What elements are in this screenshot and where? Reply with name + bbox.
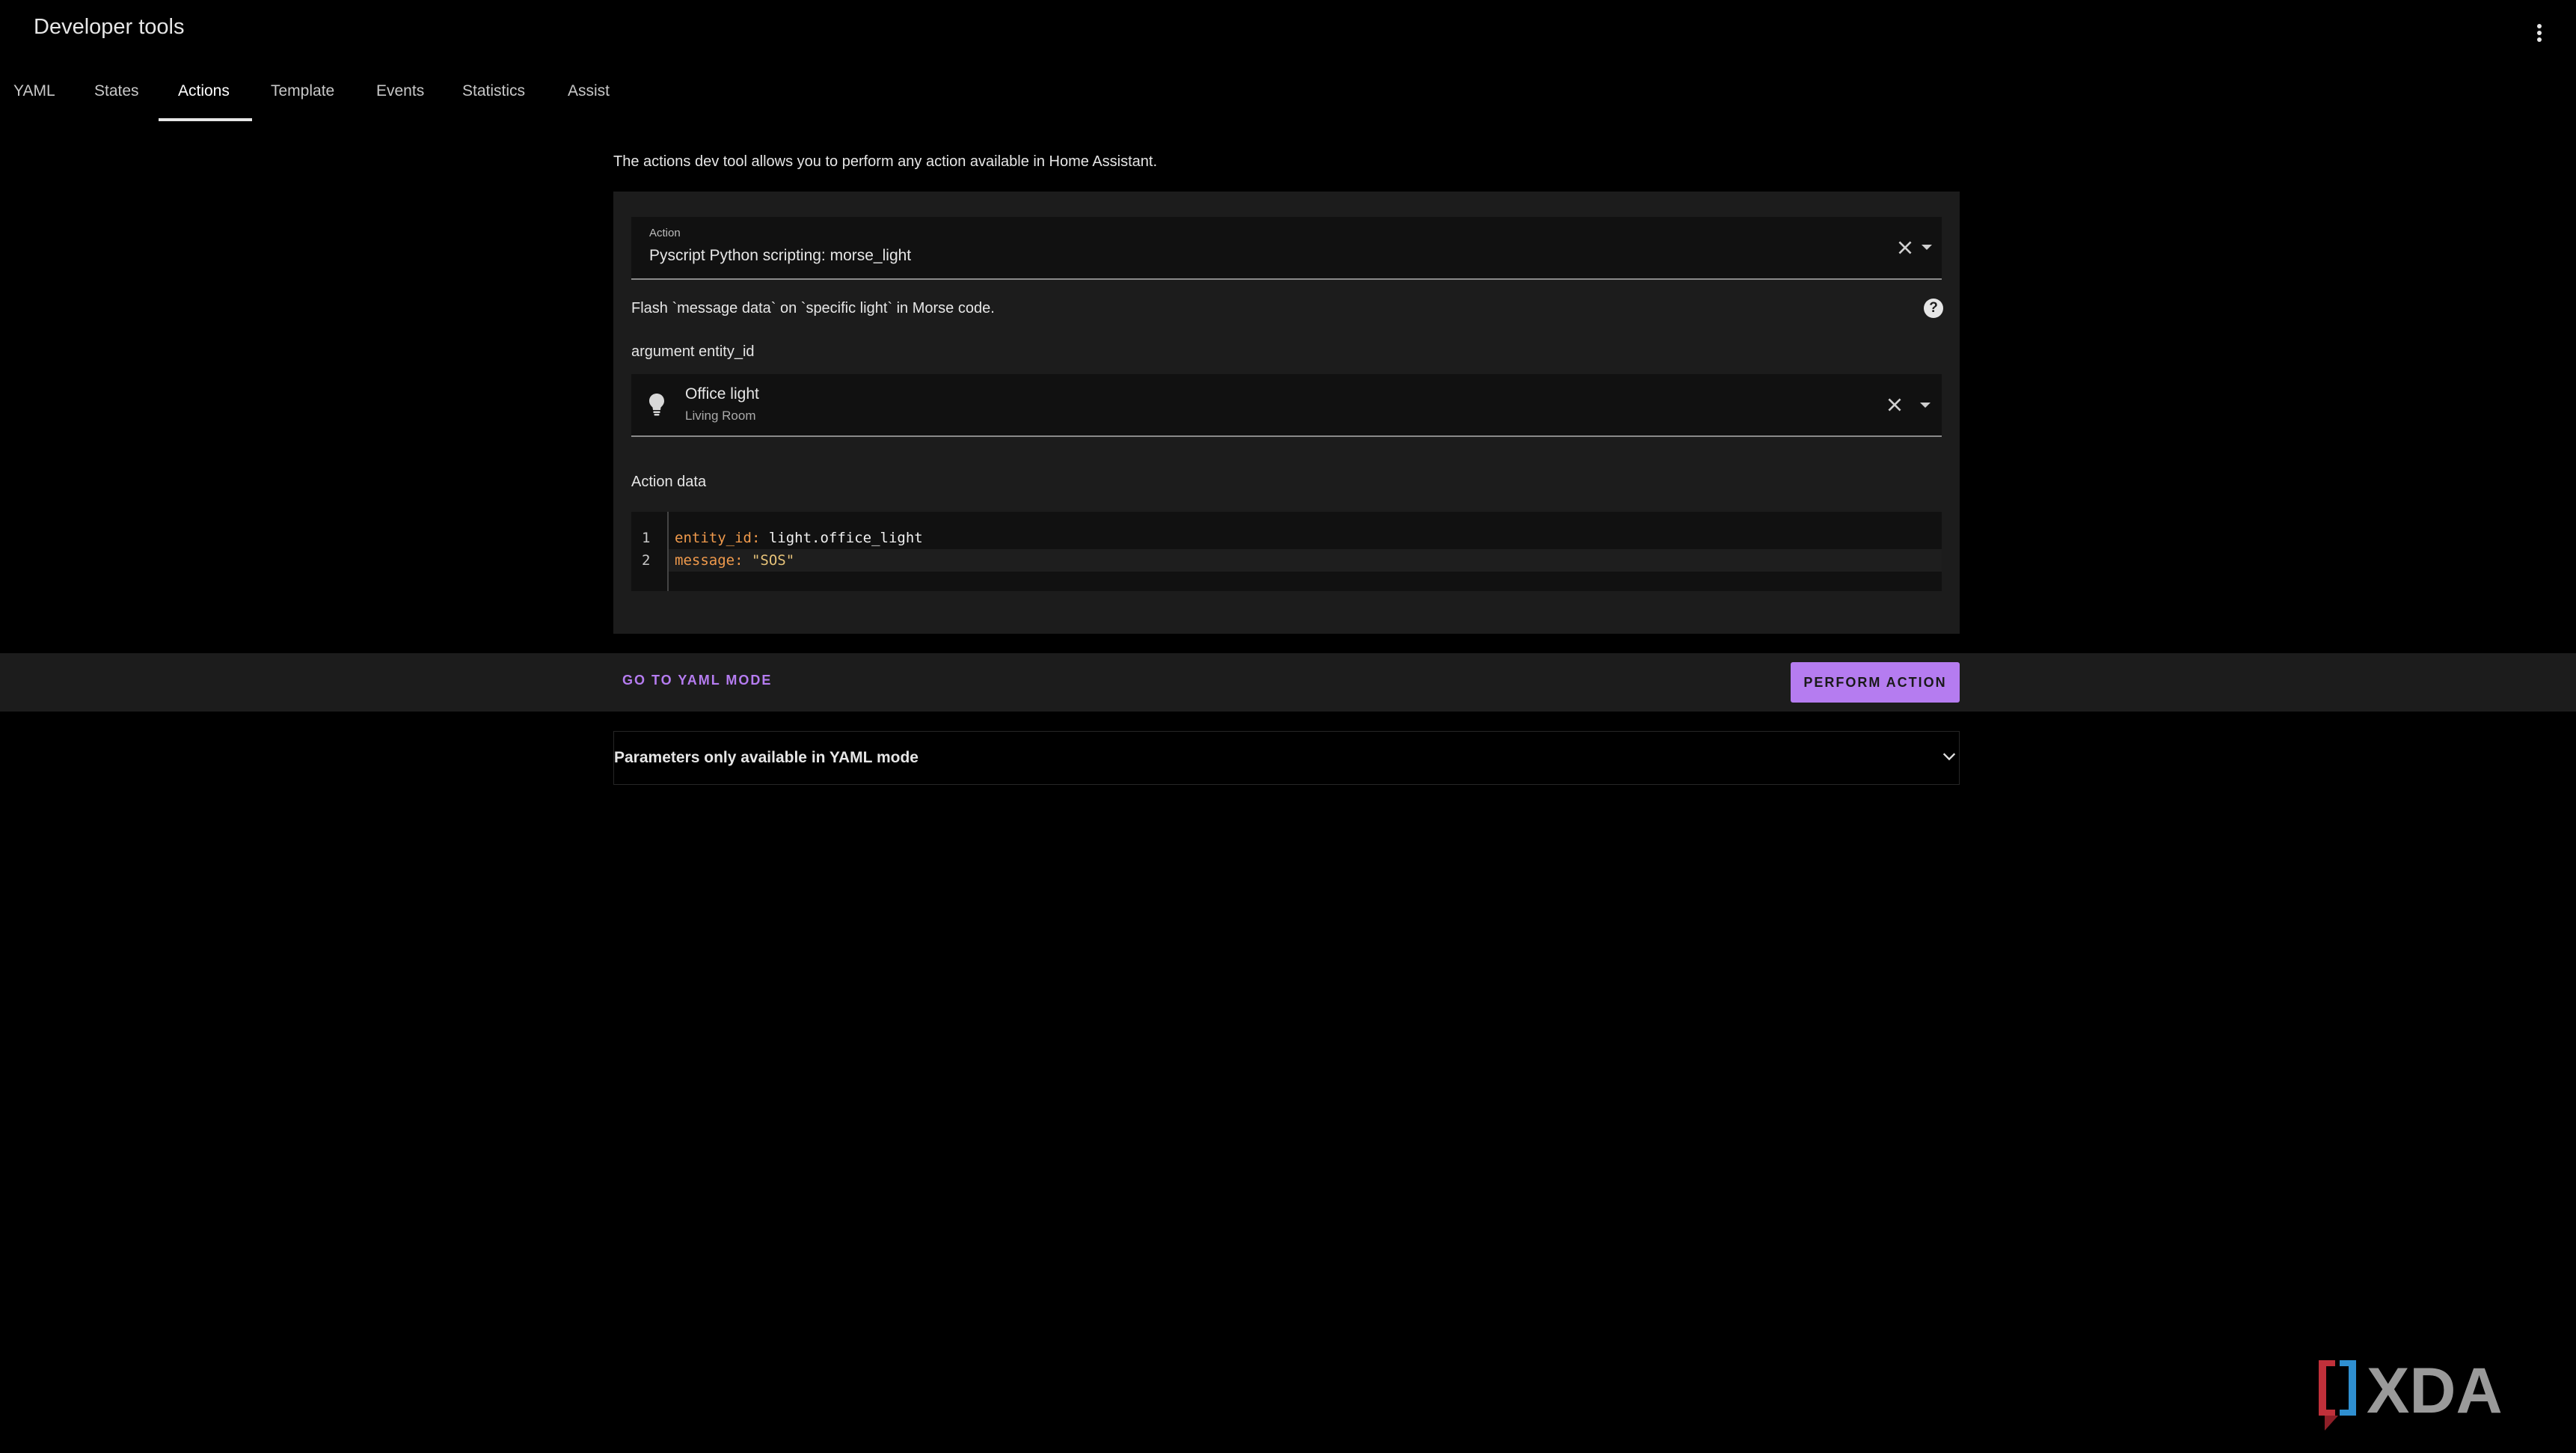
tab-events[interactable]: Events [376,61,424,121]
entity-name: Office light [685,385,759,403]
entity-area: Living Room [685,409,756,423]
entity-select[interactable]: Office light Living Room [631,374,1942,437]
tab-states[interactable]: States [94,61,139,121]
line-number-gutter: 1 2 [631,512,669,591]
tab-yaml[interactable]: YAML [13,61,55,121]
clear-action-icon[interactable] [1895,238,1915,257]
active-line-highlight [669,549,1942,572]
action-dropdown-icon[interactable] [1922,245,1932,250]
action-card: Action Pyscript Python scripting: morse_… [613,192,1960,634]
overflow-menu-icon[interactable] [2528,16,2551,46]
entity-dropdown-icon[interactable] [1920,403,1931,408]
page-title: Developer tools [34,15,185,39]
tab-statistics[interactable]: Statistics [462,61,525,121]
yaml-code-editor[interactable]: 1 2 entity_id: light.office_light messag… [631,512,1942,591]
tab-template[interactable]: Template [271,61,334,121]
yaml-string-value: "SOS" [751,552,795,569]
tab-assist[interactable]: Assist [568,61,610,121]
action-field-value: Pyscript Python scripting: morse_light [649,247,912,264]
tab-bar: YAML States Actions Template Events Stat… [0,61,2576,121]
action-bar: GO TO YAML MODE PERFORM ACTION [0,653,2576,712]
clear-entity-icon[interactable] [1885,395,1904,415]
help-icon[interactable]: ? [1924,299,1943,318]
yaml-parameters-expander[interactable]: Parameters only available in YAML mode [613,731,1960,785]
code-line: entity_id: light.office_light [675,530,923,546]
lightbulb-icon [649,394,664,416]
intro-text: The actions dev tool allows you to perfo… [613,153,1158,170]
code-line: message: "SOS" [675,552,794,569]
yaml-value: light.office_light [768,530,923,546]
go-to-yaml-mode-button[interactable]: GO TO YAML MODE [622,673,772,688]
xda-logo: XDA [2319,1356,2503,1431]
perform-action-button[interactable]: PERFORM ACTION [1791,662,1960,703]
tab-actions[interactable]: Actions [178,61,230,121]
argument-label: argument entity_id [631,343,755,360]
action-description: Flash `message data` on `specific light`… [631,300,995,316]
active-tab-indicator [159,118,252,121]
action-select[interactable]: Action Pyscript Python scripting: morse_… [631,217,1942,280]
xda-logo-text: XDA [2367,1356,2503,1427]
chevron-down-icon [1942,753,1956,761]
top-bar: Developer tools [0,0,2576,61]
line-number: 1 [642,530,651,546]
yaml-key: message: [675,552,743,569]
action-field-label: Action [649,227,681,239]
action-data-label: Action data [631,474,707,490]
line-number: 2 [642,552,651,569]
yaml-parameters-label: Parameters only available in YAML mode [614,749,919,766]
yaml-key: entity_id: [675,530,761,546]
